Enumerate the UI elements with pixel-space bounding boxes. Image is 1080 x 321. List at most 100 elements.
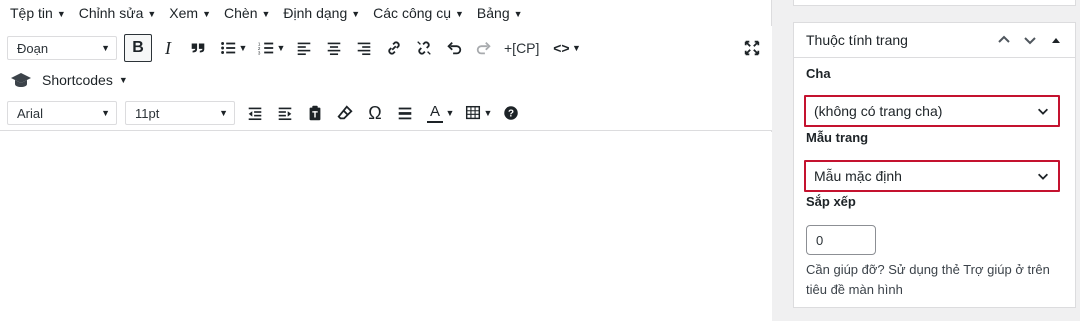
menu-format[interactable]: Định dạng ▼ bbox=[283, 5, 360, 21]
caret-down-icon: ▼ bbox=[101, 43, 110, 53]
page-template-value: Mẫu mặc định bbox=[814, 168, 902, 184]
align-right-icon bbox=[357, 42, 371, 56]
menu-tools[interactable]: Các công cụ ▼ bbox=[373, 5, 464, 21]
omega-icon: Ω bbox=[368, 102, 382, 123]
caret-down-icon: ▼ bbox=[219, 108, 228, 118]
fullscreen-icon bbox=[744, 40, 760, 56]
help-text: Cần giúp đỡ? Sử dụng thẻ Trợ giúp ở trên… bbox=[806, 262, 1050, 297]
bold-button[interactable]: B bbox=[124, 34, 152, 62]
graduation-cap-icon bbox=[11, 73, 31, 87]
font-size-value: 11pt bbox=[135, 105, 160, 121]
parent-page-value: (không có trang cha) bbox=[814, 103, 943, 119]
clipboard-icon bbox=[309, 105, 321, 121]
caret-down-icon: ▼ bbox=[202, 9, 212, 19]
caret-down-icon[interactable]: ▼ bbox=[443, 108, 457, 118]
menu-view[interactable]: Xem ▼ bbox=[169, 5, 211, 21]
previous-panel-bottom bbox=[793, 0, 1076, 6]
horizontal-rule-icon bbox=[398, 107, 412, 120]
parent-label: Cha bbox=[806, 66, 831, 81]
move-up-button[interactable] bbox=[991, 27, 1017, 53]
page-template-select[interactable]: Mẫu mặc định bbox=[804, 160, 1060, 192]
template-label: Mẫu trang bbox=[806, 130, 869, 145]
undo-button[interactable] bbox=[440, 34, 468, 62]
text-color-swatch bbox=[427, 120, 443, 123]
toggle-panel-button[interactable] bbox=[1043, 27, 1069, 53]
align-left-button[interactable] bbox=[290, 34, 318, 62]
redo-button[interactable] bbox=[470, 34, 498, 62]
remove-link-button[interactable] bbox=[410, 34, 438, 62]
page-root: Tệp tin ▼ Chỉnh sửa ▼ Xem ▼ Chèn ▼ Định dạng… bbox=[0, 0, 1080, 321]
classic-editor: Tệp tin ▼ Chỉnh sửa ▼ Xem ▼ Chèn ▼ Định dạng… bbox=[0, 0, 772, 321]
align-left-icon bbox=[297, 42, 311, 56]
undo-icon bbox=[447, 41, 462, 55]
panel-title: Thuộc tính trang bbox=[806, 32, 908, 48]
numbered-list-icon: 123 bbox=[258, 41, 274, 55]
shortcodes-menu[interactable]: Shortcodes ▼ bbox=[10, 71, 128, 89]
order-label: Sắp xếp bbox=[806, 194, 856, 209]
outdent-button[interactable] bbox=[241, 99, 269, 127]
cp-shortcode-button[interactable]: +[CP] bbox=[498, 34, 545, 62]
help-button[interactable]: ? bbox=[497, 99, 525, 127]
menu-file[interactable]: Tệp tin ▼ bbox=[10, 5, 66, 21]
editor-toolbar: Đoạn ▼ B I ▼ 123 ▼ +[CP] <> ▼ Shortcodes… bbox=[0, 26, 772, 131]
fullscreen-button[interactable] bbox=[738, 34, 766, 62]
block-format-value: Đoạn bbox=[17, 40, 49, 56]
clear-formatting-button[interactable] bbox=[331, 99, 359, 127]
caret-down-icon: ▼ bbox=[56, 9, 66, 19]
block-format-select[interactable]: Đoạn ▼ bbox=[7, 36, 117, 60]
link-icon bbox=[388, 41, 400, 55]
horizontal-line-button[interactable] bbox=[391, 99, 419, 127]
caret-down-icon[interactable]: ▼ bbox=[481, 108, 495, 118]
text-color-icon: A bbox=[429, 102, 440, 120]
italic-button[interactable]: I bbox=[154, 34, 182, 62]
caret-down-icon: ▼ bbox=[101, 108, 110, 118]
unlink-icon bbox=[417, 41, 431, 55]
eraser-icon bbox=[337, 105, 353, 120]
panel-controls bbox=[991, 27, 1069, 53]
insert-link-button[interactable] bbox=[380, 34, 408, 62]
svg-text:3: 3 bbox=[258, 50, 261, 55]
menu-edit[interactable]: Chỉnh sửa ▼ bbox=[79, 5, 157, 21]
indent-icon bbox=[278, 107, 292, 121]
chevron-up-icon bbox=[998, 35, 1010, 43]
caret-down-icon: ▼ bbox=[513, 9, 523, 19]
table-icon bbox=[465, 105, 481, 120]
font-size-select[interactable]: 11pt ▼ bbox=[125, 101, 235, 125]
caret-down-icon: ▼ bbox=[261, 9, 271, 19]
parent-page-select[interactable]: (không có trang cha) bbox=[804, 95, 1060, 127]
caret-down-icon: ▼ bbox=[454, 9, 464, 19]
font-family-select[interactable]: Arial ▼ bbox=[7, 101, 117, 125]
code-icon: <> bbox=[553, 40, 570, 56]
align-center-icon bbox=[327, 42, 341, 56]
align-center-button[interactable] bbox=[320, 34, 348, 62]
blockquote-button[interactable] bbox=[184, 34, 212, 62]
chevron-down-icon bbox=[1024, 37, 1036, 45]
caret-down-icon[interactable]: ▼ bbox=[274, 43, 288, 53]
svg-text:?: ? bbox=[508, 109, 514, 120]
caret-down-icon: ▼ bbox=[147, 9, 157, 19]
quote-icon bbox=[191, 43, 205, 53]
caret-down-icon[interactable]: ▼ bbox=[236, 43, 250, 53]
shortcodes-label: Shortcodes bbox=[42, 72, 113, 88]
chevron-down-icon bbox=[1038, 173, 1048, 180]
bullet-list-icon bbox=[221, 42, 236, 54]
menu-table[interactable]: Bảng ▼ bbox=[477, 5, 523, 21]
align-right-button[interactable] bbox=[350, 34, 378, 62]
redo-icon bbox=[476, 41, 491, 55]
caret-down-icon[interactable]: ▼ bbox=[569, 43, 583, 53]
editor-menubar: Tệp tin ▼ Chỉnh sửa ▼ Xem ▼ Chèn ▼ Định dạng… bbox=[0, 0, 772, 26]
menu-order-input[interactable]: 0 bbox=[806, 225, 876, 255]
font-family-value: Arial bbox=[17, 105, 44, 121]
paste-text-button[interactable] bbox=[301, 99, 329, 127]
outdent-icon bbox=[248, 107, 262, 121]
triangle-up-icon bbox=[1052, 38, 1060, 43]
editor-content-area[interactable] bbox=[0, 132, 772, 321]
help-circle-icon: ? bbox=[504, 106, 518, 120]
caret-down-icon: ▼ bbox=[118, 75, 128, 85]
caret-down-icon: ▼ bbox=[351, 9, 361, 19]
menu-insert[interactable]: Chèn ▼ bbox=[224, 5, 270, 21]
indent-button[interactable] bbox=[271, 99, 299, 127]
special-character-button[interactable]: Ω bbox=[361, 99, 389, 127]
move-down-button[interactable] bbox=[1017, 27, 1043, 53]
toolbar-row-1: Đoạn ▼ B I ▼ 123 ▼ +[CP] <> ▼ bbox=[0, 31, 772, 65]
